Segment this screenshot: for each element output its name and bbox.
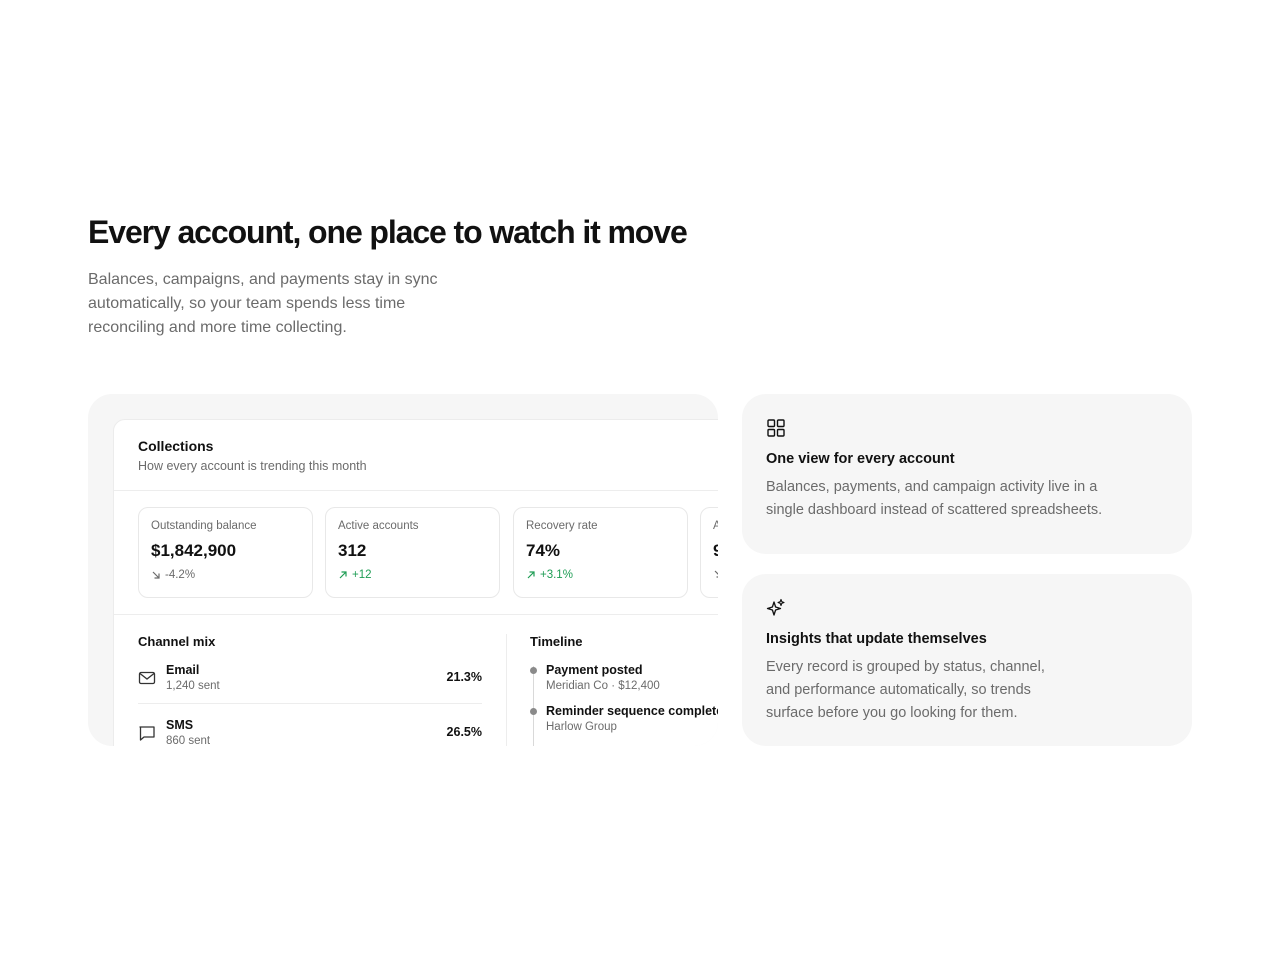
sparkles-icon: [766, 598, 785, 616]
timeline-title: Timeline: [530, 634, 583, 649]
section-divider: [114, 614, 718, 615]
channel-name: Email: [166, 663, 200, 677]
stat-delta-text: +12: [352, 569, 372, 581]
stat-delta-text: +3.1%: [540, 569, 573, 581]
dashboard-preview-panel: Collections How every account is trendin…: [88, 394, 718, 746]
timeline-item[interactable]: Payment posted Meridian Co · $12,400: [530, 663, 718, 692]
channel-name: SMS: [166, 718, 194, 732]
stat-label: Active accounts: [338, 520, 419, 532]
stat-delta: [713, 569, 718, 579]
card-title: Collections: [138, 438, 214, 454]
hero-subtitle: Balances, campaigns, and payments stay i…: [88, 271, 438, 336]
feature-card-one-view: One view for every account Balances, pay…: [742, 394, 1192, 554]
stat-outstanding-balance[interactable]: Outstanding balance $1,842,900 -4.2%: [138, 507, 313, 598]
chat-icon: [139, 726, 155, 741]
channel-percent: 26.5%: [446, 725, 482, 739]
hero-title: Every account, one place to watch it mov…: [88, 214, 688, 250]
timeline-dot: [530, 667, 537, 674]
channel-row-email[interactable]: Email 1,240 sent 21.3%: [138, 649, 482, 703]
feature-card-insights: Insights that update themselves Every re…: [742, 574, 1192, 746]
stat-delta: -4.2%: [151, 569, 300, 581]
stat-value: 312: [338, 541, 367, 560]
stat-value: 74%: [526, 541, 561, 560]
card-subtitle: How every account is trending this month: [138, 459, 367, 473]
stat-partial[interactable]: A 9: [700, 507, 718, 598]
timeline-item-title: Reminder sequence complete: [546, 704, 718, 718]
channel-row-sms[interactable]: SMS 860 sent 26.5%: [138, 703, 482, 746]
arrow-down-right-icon: [152, 571, 160, 579]
timeline-dot: [530, 708, 537, 715]
stat-active-accounts[interactable]: Active accounts 312 +12: [325, 507, 500, 598]
channel-count: 860 sent: [166, 735, 211, 746]
column-divider: [506, 634, 507, 746]
channel-count: 1,240 sent: [166, 680, 220, 692]
arrow-up-right-icon: [339, 571, 347, 579]
dashboard-grid-icon: [767, 419, 785, 437]
channel-mix-title: Channel mix: [138, 634, 216, 649]
stat-value: 9: [713, 541, 718, 560]
stat-recovery-rate[interactable]: Recovery rate 74% +3.1%: [513, 507, 688, 598]
stat-delta: +3.1%: [526, 569, 675, 581]
arrow-up-right-icon: [527, 571, 535, 579]
timeline: Timeline Payment posted Meridian Co · $1…: [530, 634, 718, 746]
stats-row: Outstanding balance $1,842,900 -4.2% Act…: [138, 507, 718, 598]
feature-title: Insights that update themselves: [766, 631, 987, 647]
timeline-item-sub: Harlow Group: [546, 721, 617, 733]
feature-body: Balances, payments, and campaign activit…: [766, 479, 1103, 518]
mail-icon: [138, 671, 156, 685]
timeline-item[interactable]: Reminder sequence complete Harlow Group: [530, 704, 718, 733]
timeline-item-sub: Meridian Co · $12,400: [546, 680, 660, 692]
channel-percent: 21.3%: [446, 670, 482, 684]
collections-card: Collections How every account is trendin…: [113, 419, 718, 746]
feature-body: Every record is grouped by status, chann…: [766, 659, 1045, 721]
stat-label: Outstanding balance: [151, 520, 257, 532]
timeline-item-title: Payment posted: [546, 663, 643, 677]
feature-title: One view for every account: [766, 451, 955, 467]
arrow-down-right-icon: [714, 570, 718, 578]
stat-label: A: [713, 520, 718, 532]
stat-delta: +12: [338, 569, 487, 581]
card-header: Collections How every account is trendin…: [114, 420, 718, 491]
stat-delta-text: -4.2%: [165, 569, 196, 581]
channel-mix: Channel mix Email 1,240 sent 21.3% SMS 8…: [138, 634, 482, 746]
stat-value: $1,842,900: [151, 541, 237, 560]
stat-label: Recovery rate: [526, 520, 598, 532]
hero-section: Every account, one place to watch it mov…: [88, 212, 688, 340]
